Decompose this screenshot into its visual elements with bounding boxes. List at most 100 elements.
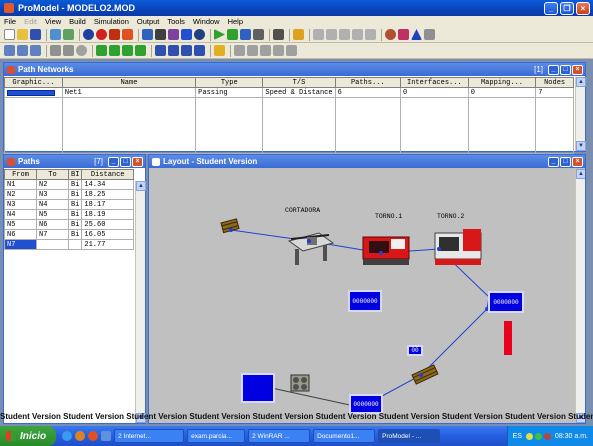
path-networks-close-button[interactable]: × [572,64,583,75]
save-icon[interactable] [30,29,41,40]
parts-stack-icon[interactable] [290,374,310,392]
table-row[interactable]: N1 N2 Bi 14.34 [4,179,134,190]
path-node[interactable] [307,239,311,243]
front-icon[interactable] [181,45,192,56]
from-cell[interactable]: N2 [4,189,37,200]
bi-cell[interactable]: Bi [67,219,83,230]
clock[interactable]: 08:30 a.m. [555,433,588,440]
trace-icon[interactable] [63,45,74,56]
align-right-icon[interactable] [122,45,133,56]
paths-minimize-button[interactable]: _ [108,156,119,167]
bi-cell[interactable]: Bi [67,229,83,240]
tray-icon[interactable] [543,432,551,440]
chart-icon[interactable] [365,29,376,40]
distance-cell[interactable]: 21.77 [81,239,134,250]
to-cell[interactable]: N5 [36,209,69,220]
attributes-icon[interactable] [181,29,192,40]
column-ts[interactable]: T/S [262,77,336,88]
column-mapping[interactable]: Mapping... [467,77,537,88]
info-icon[interactable] [63,29,74,40]
table-row[interactable]: N5 N6 Bi 25.60 [4,219,134,230]
paths-maximize-button[interactable]: □ [120,156,131,167]
text-icon[interactable] [286,45,297,56]
column-distance[interactable]: Distance [81,169,134,180]
ungroup-icon[interactable] [168,45,179,56]
path-networks-minimize-button[interactable]: _ [548,64,559,75]
entities-icon[interactable] [96,29,107,40]
start-button[interactable]: Inicio [0,426,57,446]
output-icon[interactable] [273,29,284,40]
path-networks-scrollbar[interactable]: ▲ ▼ [575,77,586,151]
route2-icon[interactable] [326,29,337,40]
to-cell[interactable]: N7 [36,229,69,240]
layout-window-icon[interactable] [17,45,28,56]
quicklaunch-media-icon[interactable] [75,431,86,441]
menu-output[interactable]: Output [133,17,164,26]
menu-tools[interactable]: Tools [163,17,189,26]
path-node[interactable] [229,228,233,232]
taskbar-item-documento[interactable]: Documento1... [313,429,376,443]
distance-cell[interactable]: 14.34 [81,179,134,190]
menu-window[interactable]: Window [189,17,224,26]
lock-icon[interactable] [214,45,225,56]
distance-cell[interactable]: 25.60 [81,219,134,230]
language-indicator[interactable]: ES [513,433,522,440]
counter-display[interactable]: 0000000 [348,290,382,312]
from-cell[interactable]: N3 [4,199,37,210]
paths-scrollbar[interactable]: ▲ ▼ [135,181,146,423]
merge-icon[interactable] [50,29,61,40]
quicklaunch-firefox-icon[interactable] [88,431,99,441]
route-icon[interactable] [313,29,324,40]
locations-icon[interactable] [83,29,94,40]
rotate-icon[interactable] [273,45,284,56]
menu-file[interactable]: File [0,17,20,26]
to-cell[interactable]: N2 [36,179,69,190]
column-interfaces[interactable]: Interfaces... [399,77,469,88]
table-row[interactable]: N6 N7 Bi 16.05 [4,229,134,240]
resources-icon[interactable] [142,29,153,40]
variables-icon[interactable] [168,29,179,40]
processing-icon[interactable] [122,29,133,40]
table-row[interactable]: N4 N5 Bi 18.19 [4,209,134,220]
copy-icon[interactable] [234,45,245,56]
wand-icon[interactable] [424,29,435,40]
align-left-icon[interactable] [96,45,107,56]
menu-help[interactable]: Help [224,17,247,26]
to-cell[interactable] [36,239,69,250]
distance-cell[interactable]: 18.25 [81,189,134,200]
bi-cell[interactable]: Bi [67,209,83,220]
torno1-lathe-icon[interactable] [362,236,410,265]
help-icon[interactable] [194,29,205,40]
column-graphic[interactable]: Graphic... [4,77,63,88]
object-icon[interactable] [385,29,396,40]
column-bi[interactable]: BI [67,169,83,180]
tray-icon[interactable] [525,432,533,440]
path-networks-maximize-button[interactable]: □ [560,64,571,75]
table-row[interactable]: N2 N3 Bi 18.25 [4,189,134,200]
interfaces-cell[interactable]: 0 [399,87,469,98]
taskbar-item-internet[interactable]: 2 Internet... [114,429,185,443]
column-name[interactable]: Name [61,77,197,88]
menu-build[interactable]: Build [65,17,90,26]
taskbar-item-exam[interactable]: exam.parcia... [187,429,246,443]
taskbar-item-winrar[interactable]: 2 WinRAR ... [248,429,311,443]
mapping-cell[interactable]: 0 [467,87,537,98]
scroll-up-icon[interactable]: ▲ [576,169,585,179]
stop-icon[interactable] [240,29,251,40]
edit-icon[interactable] [352,29,363,40]
entry-queue-box[interactable] [241,373,275,403]
step-icon[interactable] [227,29,238,40]
from-cell[interactable]: N6 [4,229,37,240]
graphic-cell[interactable] [4,87,63,98]
ts-cell[interactable]: Speed & Distance [262,87,336,98]
counter-display[interactable]: 0000000 [488,291,524,313]
cortadora-machine-icon[interactable] [287,232,335,265]
options-icon[interactable] [253,29,264,40]
path-node[interactable] [419,373,423,377]
torno2-lathe-icon[interactable] [434,229,482,265]
counter-display[interactable]: 0000000 [349,394,383,414]
zoom-icon[interactable] [76,45,87,56]
from-cell[interactable]: N1 [4,179,37,190]
layout-scrollbar[interactable]: ▲ ▼ [575,169,585,423]
layout-split-icon[interactable] [30,45,41,56]
